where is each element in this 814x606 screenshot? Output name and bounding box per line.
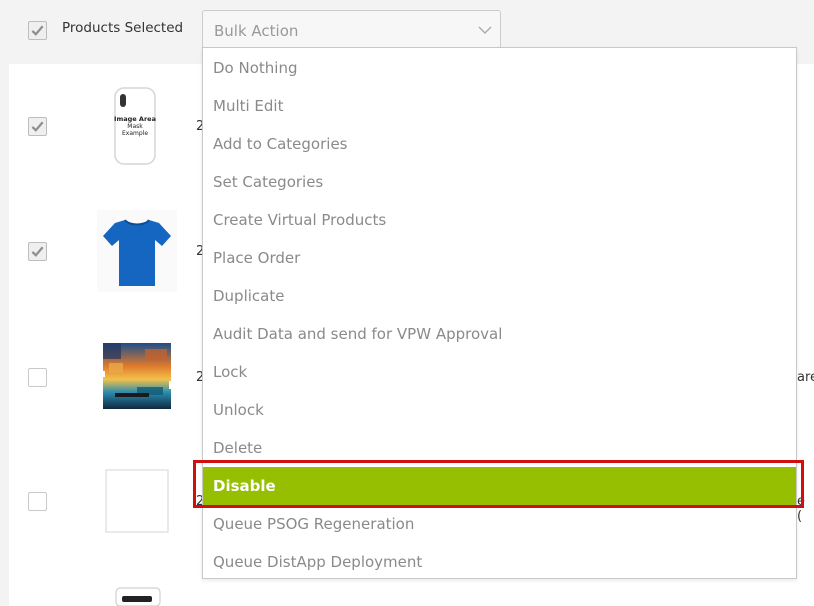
dropdown-option-create-virtual-products[interactable]: Create Virtual Products <box>203 201 796 239</box>
checkmark-icon <box>31 121 44 132</box>
row-checkbox[interactable] <box>28 368 47 387</box>
dropdown-option-duplicate[interactable]: Duplicate <box>203 277 796 315</box>
dropdown-option-queue-psog-regeneration[interactable]: Queue PSOG Regeneration <box>203 505 796 543</box>
dropdown-option-audit-data-and-send-for-vpw-approval[interactable]: Audit Data and send for VPW Approval <box>203 315 796 353</box>
products-selected-label: Products Selected <box>62 20 184 36</box>
select-all-checkbox[interactable] <box>28 21 47 40</box>
dropdown-option-disable[interactable]: Disable <box>203 467 796 505</box>
dropdown-option-do-nothing[interactable]: Do Nothing <box>203 49 796 87</box>
dropdown-option-queue-distapp-deployment[interactable]: Queue DistApp Deployment <box>203 543 796 581</box>
row-trailing-text: are <box>797 370 814 385</box>
checkmark-icon <box>31 25 44 36</box>
blank-product-image[interactable] <box>100 464 174 536</box>
dropdown-option-place-order[interactable]: Place Order <box>203 239 796 277</box>
phone-case-image[interactable]: Image Area Mask Example <box>112 86 158 166</box>
svg-text:Image Area: Image Area <box>114 115 156 123</box>
dropdown-option-add-to-categories[interactable]: Add to Categories <box>203 125 796 163</box>
bulk-action-value: Bulk Action <box>214 22 299 40</box>
sunset-art-image[interactable] <box>101 341 173 411</box>
svg-text:Mask: Mask <box>127 123 143 130</box>
dropdown-option-unlock[interactable]: Unlock <box>203 391 796 429</box>
chevron-down-icon <box>478 26 492 34</box>
checkmark-icon <box>31 246 44 257</box>
row-trailing-text: e ( <box>797 494 805 524</box>
row-checkbox[interactable] <box>28 117 47 136</box>
dropdown-option-delete[interactable]: Delete <box>203 429 796 467</box>
row-checkbox[interactable] <box>28 492 47 511</box>
row-checkbox[interactable] <box>28 242 47 261</box>
blue-tshirt-image[interactable] <box>97 210 177 292</box>
dropdown-option-lock[interactable]: Lock <box>203 353 796 391</box>
bulk-action-select[interactable]: Bulk Action <box>202 10 501 48</box>
dropdown-option-multi-edit[interactable]: Multi Edit <box>203 87 796 125</box>
svg-text:Example: Example <box>122 130 148 137</box>
dropdown-option-set-categories[interactable]: Set Categories <box>203 163 796 201</box>
device-image[interactable] <box>98 586 178 606</box>
bulk-action-dropdown: Do Nothing Multi Edit Add to Categories Set… <box>202 47 797 579</box>
